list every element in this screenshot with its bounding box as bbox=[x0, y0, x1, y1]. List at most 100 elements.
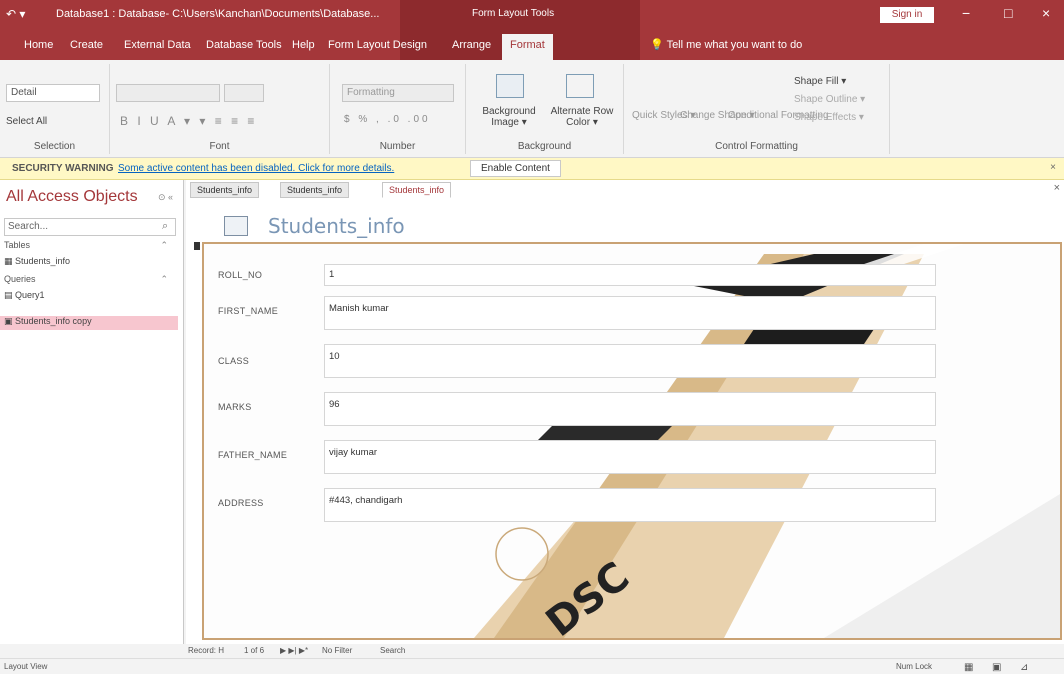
nav-item-label: Students_info copy bbox=[15, 316, 92, 326]
minimize-icon[interactable]: − bbox=[962, 5, 970, 21]
field-class[interactable]: 10 bbox=[324, 344, 936, 378]
form-icon bbox=[224, 216, 248, 236]
shape-fill-button[interactable]: Shape Fill ▾ bbox=[794, 76, 846, 87]
record-label: Record: H bbox=[188, 646, 225, 655]
record-navigation: Record: H 1 of 6 ▶ ▶| ▶* No Filter Searc… bbox=[186, 644, 506, 658]
shape-outline-button[interactable]: Shape Outline ▾ bbox=[794, 94, 865, 105]
field-roll-no[interactable]: 1 bbox=[324, 264, 936, 286]
sign-in-button[interactable]: Sign in bbox=[880, 7, 934, 23]
close-icon[interactable]: × bbox=[1050, 162, 1056, 173]
background-image-button[interactable]: Background Image ▾ bbox=[474, 106, 544, 128]
background-group: Background Image ▾ Alternate Row Color ▾… bbox=[466, 64, 624, 154]
tell-me-label: Tell me what you want to do bbox=[666, 39, 803, 51]
nav-pane-title[interactable]: All Access Objects bbox=[6, 188, 138, 206]
background-image-icon bbox=[496, 74, 524, 98]
nav-pane-menu-icon[interactable]: ⊙ « bbox=[158, 192, 173, 203]
nav-section-tables[interactable]: Tables ⌃ bbox=[4, 240, 174, 250]
tab-help[interactable]: Help bbox=[292, 39, 315, 51]
select-all-button[interactable]: Select All bbox=[6, 116, 47, 127]
title-bar: ↶ ▾ Database1 : Database- C:\Users\Kanch… bbox=[0, 0, 1064, 30]
detail-selector-icon[interactable] bbox=[194, 242, 200, 250]
font-group: B I U A ▾ ▾ ≡ ≡ ≡ Font bbox=[110, 64, 330, 154]
doc-tab-students-info-2[interactable]: Students_info bbox=[280, 182, 350, 198]
tab-form-layout-design[interactable]: Form Layout Design bbox=[328, 39, 427, 51]
nav-item-label: Students_info bbox=[15, 256, 71, 266]
number-format-buttons[interactable]: $ % , .0 .00 bbox=[344, 114, 431, 125]
selection-group-label: Selection bbox=[33, 141, 76, 152]
numlock-status: Num Lock bbox=[896, 662, 933, 671]
field-father-name[interactable]: vijay kumar bbox=[324, 440, 936, 474]
field-label-class: CLASS bbox=[218, 356, 250, 366]
tab-create[interactable]: Create bbox=[70, 39, 103, 51]
field-label-first-name: FIRST_NAME bbox=[218, 306, 279, 316]
nav-section-label: Queries bbox=[4, 274, 36, 284]
tab-home[interactable]: Home bbox=[24, 39, 53, 51]
shape-effects-button[interactable]: Shape Effects ▾ bbox=[794, 112, 864, 123]
font-format-buttons[interactable]: B I U A ▾ ▾ ≡ ≡ ≡ bbox=[120, 114, 257, 128]
context-tools-label: Form Layout Tools bbox=[472, 8, 555, 19]
selection-group: Detail Select All Selection bbox=[0, 64, 110, 154]
background-group-label: Background bbox=[517, 141, 572, 152]
font-name-dropdown[interactable] bbox=[116, 84, 220, 102]
design-view-icon[interactable]: ⊿ bbox=[1020, 662, 1028, 673]
status-bar: Layout View Num Lock ▦ ▣ ⊿ bbox=[0, 658, 1064, 674]
record-nav-buttons[interactable]: ▶ ▶| ▶* bbox=[280, 646, 308, 655]
field-first-name[interactable]: Manish kumar bbox=[324, 296, 936, 330]
field-label-roll-no: ROLL_NO bbox=[218, 270, 263, 280]
nav-section-queries[interactable]: Queries ⌃ bbox=[4, 274, 174, 284]
font-size-dropdown[interactable] bbox=[224, 84, 264, 102]
tell-me-search[interactable]: 💡 Tell me what you want to do bbox=[650, 38, 802, 51]
form-view-icon[interactable]: ▦ bbox=[964, 662, 973, 673]
security-warning-bar: SECURITY WARNING Some active content has… bbox=[0, 158, 1064, 180]
nav-search-input[interactable]: Search... bbox=[4, 218, 176, 236]
close-window-icon[interactable]: × bbox=[1042, 5, 1050, 21]
number-group-label: Number bbox=[379, 141, 416, 152]
search-icon[interactable]: ⌕ bbox=[162, 220, 168, 233]
view-status: Layout View bbox=[4, 662, 48, 671]
bat-emblem-shape bbox=[495, 527, 549, 581]
chevron-up-icon: ⌃ bbox=[160, 240, 168, 250]
control-formatting-group: Quick Styles ▾ Change Shape ▾ Conditiona… bbox=[624, 64, 890, 154]
doc-tab-students-info-1[interactable]: Students_info bbox=[190, 182, 260, 198]
layout-view-icon[interactable]: ▣ bbox=[992, 662, 1001, 673]
selection-dropdown[interactable]: Detail bbox=[6, 84, 100, 102]
alternate-row-color-button[interactable]: Alternate Row Color ▾ bbox=[546, 106, 618, 128]
field-marks[interactable]: 96 bbox=[324, 392, 936, 426]
nav-item-label: Query1 bbox=[15, 290, 45, 300]
security-message-link[interactable]: Some active content has been disabled. C… bbox=[118, 163, 394, 174]
font-group-label: Font bbox=[209, 141, 230, 152]
alternate-row-color-icon bbox=[566, 74, 594, 98]
doc-tab-students-info-active[interactable]: Students_info bbox=[382, 182, 452, 198]
number-group: Formatting $ % , .0 .00 Number bbox=[330, 64, 466, 154]
form-detail-section: DSC ROLL_NO 1 FIRST_NAME Manish kumar CL… bbox=[202, 242, 1062, 640]
filter-toggle[interactable]: No Filter bbox=[322, 646, 352, 655]
number-format-dropdown[interactable]: Formatting bbox=[342, 84, 454, 102]
navigation-pane: All Access Objects ⊙ « Search... ⌕ Table… bbox=[0, 180, 184, 644]
form-title[interactable]: Students_info bbox=[268, 214, 405, 238]
enable-content-button[interactable]: Enable Content bbox=[470, 160, 561, 177]
tab-database-tools[interactable]: Database Tools bbox=[206, 39, 282, 51]
nav-item-students-info-table[interactable]: ▦ Students_info bbox=[4, 256, 70, 267]
ribbon: Detail Select All Selection B I U A ▾ ▾ … bbox=[0, 60, 1064, 158]
security-warning-label: SECURITY WARNING bbox=[12, 163, 114, 174]
tab-format[interactable]: Format bbox=[502, 34, 553, 60]
chevron-up-icon: ⌃ bbox=[160, 274, 168, 284]
close-document-icon[interactable]: × bbox=[1054, 182, 1060, 194]
field-address[interactable]: #443, chandigarh bbox=[324, 488, 936, 522]
control-formatting-group-label: Control Formatting bbox=[715, 141, 798, 152]
lightbulb-icon: 💡 bbox=[650, 39, 664, 51]
tab-arrange[interactable]: Arrange bbox=[452, 39, 491, 51]
ribbon-tabs: Home Create External Data Database Tools… bbox=[0, 30, 1064, 60]
document-area: Students_info Students_info Students_inf… bbox=[186, 180, 1064, 644]
field-label-marks: MARKS bbox=[218, 402, 252, 412]
quick-access-toolbar[interactable]: ↶ ▾ bbox=[6, 7, 25, 21]
nav-item-query1[interactable]: ▤ Query1 bbox=[4, 290, 45, 301]
nav-item-selected-form[interactable]: ▣ Students_info copy bbox=[0, 316, 178, 330]
restore-icon[interactable]: □ bbox=[1004, 5, 1012, 21]
field-label-address: ADDRESS bbox=[218, 498, 264, 508]
record-position-input[interactable]: 1 of 6 bbox=[244, 646, 264, 655]
document-path: Database1 : Database- C:\Users\Kanchan\D… bbox=[56, 8, 380, 20]
field-label-father-name: FATHER_NAME bbox=[218, 450, 288, 460]
record-search-input[interactable]: Search bbox=[380, 646, 405, 655]
tab-external-data[interactable]: External Data bbox=[124, 39, 191, 51]
